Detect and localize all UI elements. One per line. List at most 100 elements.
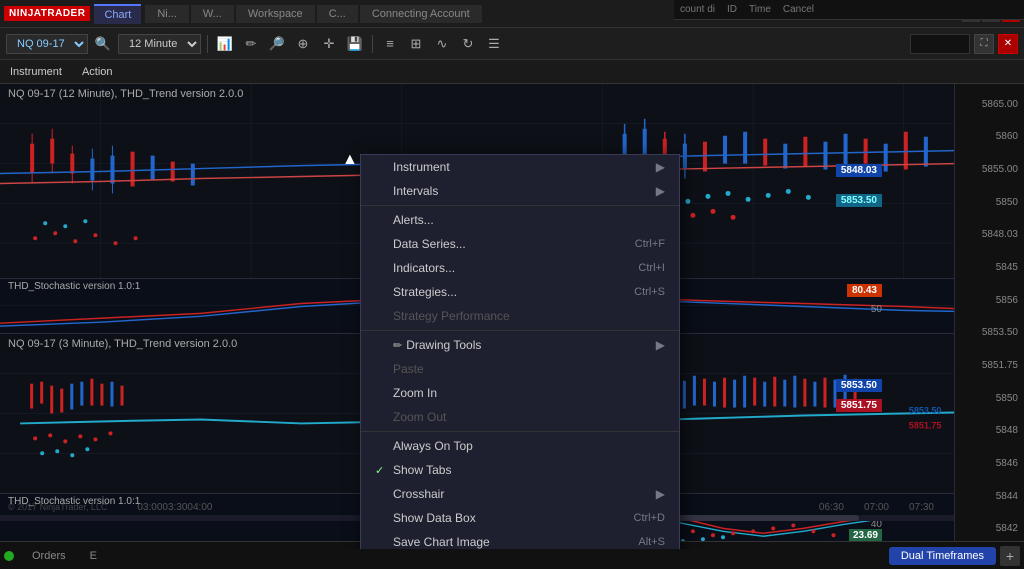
zoom-in-icon[interactable]: 🔎	[266, 33, 288, 55]
ctx-shortcut-strategies: Ctrl+S	[634, 286, 665, 298]
pencil-icon-drawing: ✏	[393, 339, 402, 352]
list-icon[interactable]: ☰	[483, 33, 505, 55]
price-5850-1: 5850	[957, 197, 1022, 208]
ctx-drawing-tools[interactable]: ✏ Drawing Tools ▶	[361, 333, 679, 357]
col-count: count di	[674, 4, 721, 15]
toolbar-separator-2	[372, 35, 373, 53]
ninja-logo: NINJATRADER	[4, 6, 90, 21]
tab-connecting[interactable]: Connecting Account	[360, 5, 482, 23]
ctx-arrow-instrument: ▶	[656, 160, 665, 174]
interval-select[interactable]: 12 Minute	[118, 34, 201, 54]
indicator-badge-80: 80.43	[847, 284, 882, 297]
ctx-always-on-top[interactable]: Always On Top	[361, 434, 679, 458]
ctx-zoom-in[interactable]: Zoom In	[361, 381, 679, 405]
add-tab-button[interactable]: +	[1000, 546, 1020, 566]
indicator-label-50: 50	[871, 304, 882, 315]
time-tick-0300: 03:00	[137, 502, 162, 513]
ctx-shortcut-savechart: Alt+S	[638, 536, 665, 548]
crosshair-icon[interactable]: ✛	[318, 33, 340, 55]
sub-price-badge-5851: 5851.75	[836, 399, 882, 412]
time-tick-0400: 04:00	[187, 502, 212, 513]
price-5848: 5848.03	[957, 229, 1022, 240]
col-time: Time	[743, 4, 777, 15]
tab-w[interactable]: W...	[191, 5, 234, 23]
price-5860: 5860	[957, 131, 1022, 142]
ctx-save-chart-image[interactable]: Save Chart Image Alt+S	[361, 530, 679, 549]
wave-icon[interactable]: ∿	[431, 33, 453, 55]
price-badge-5853: 5853.50	[836, 194, 882, 207]
ctx-sep-1	[361, 205, 679, 206]
ctx-instrument[interactable]: Instrument ▶	[361, 155, 679, 179]
svg-text:5851.75: 5851.75	[909, 420, 942, 430]
ctx-sep-2	[361, 330, 679, 331]
sub-chart-title: NQ 09-17 (3 Minute), THD_Trend version 2…	[8, 338, 237, 350]
ctx-zoom-out: Zoom Out	[361, 405, 679, 429]
price-5848-2: 5848	[957, 425, 1022, 436]
ctx-data-series[interactable]: Data Series... Ctrl+F	[361, 232, 679, 256]
stochastic-2-title: THD_Stochastic version 1.0:1	[8, 496, 140, 507]
bottom-tab-orders[interactable]: Orders	[22, 547, 76, 565]
menu-bar: Instrument Action count di ID Time Cance…	[0, 60, 1024, 84]
price-5865: 5865.00	[957, 99, 1022, 110]
ctx-crosshair[interactable]: Crosshair ▶	[361, 482, 679, 506]
bar-chart-icon[interactable]: 📊	[214, 33, 236, 55]
ctx-indicators[interactable]: Indicators... Ctrl+I	[361, 256, 679, 280]
bottom-tab-e[interactable]: E	[80, 547, 107, 565]
chart-tab-active[interactable]: Chart	[94, 4, 141, 24]
time-tick-0330: 03:30	[162, 502, 187, 513]
ctx-show-tabs[interactable]: ✓ Show Tabs	[361, 458, 679, 482]
view-toggle-buttons[interactable]	[910, 34, 970, 54]
ctx-alerts[interactable]: Alerts...	[361, 208, 679, 232]
svg-text:5853.50: 5853.50	[909, 406, 942, 416]
ctx-shortcut-indicators: Ctrl+I	[638, 262, 665, 274]
search-icon[interactable]: 🔍	[92, 33, 114, 55]
price-5845: 5845	[957, 262, 1022, 273]
sub-price-badge-5853: 5853.50	[836, 379, 882, 392]
stochastic-1-title: THD_Stochastic version 1.0:1	[8, 281, 140, 292]
timeframe-tab-dual[interactable]: Dual Timeframes	[889, 547, 996, 565]
menu-action[interactable]: Action	[78, 64, 117, 80]
ctx-strategies[interactable]: Strategies... Ctrl+S	[361, 280, 679, 304]
ctx-sep-3	[361, 431, 679, 432]
ctx-shortcut-databox: Ctrl+D	[634, 512, 665, 524]
price-5850-2: 5850	[957, 393, 1022, 404]
chart-area: NQ 09-17 (12 Minute), THD_Trend version …	[0, 84, 1024, 549]
context-menu: Instrument ▶ Intervals ▶ Alerts... Data …	[360, 154, 680, 549]
time-tick-0630: 06:30	[819, 502, 844, 513]
col-id: ID	[721, 4, 743, 15]
tab-ni[interactable]: Ni...	[145, 5, 189, 23]
cursor-icon[interactable]: ⊕	[292, 33, 314, 55]
ctx-paste: Paste	[361, 357, 679, 381]
instrument-select[interactable]: NQ 09-17	[6, 34, 88, 54]
ctx-arrow-crosshair: ▶	[656, 487, 665, 501]
ctx-checkmark-showtabs: ✓	[375, 464, 389, 477]
fullscreen-icon[interactable]: ⛶	[974, 34, 994, 54]
price-axis: 5865.00 5860 5855.00 5850 5848.03 5845 5…	[954, 84, 1024, 549]
price-5842: 5842	[957, 523, 1022, 534]
pencil-icon[interactable]: ✏	[240, 33, 262, 55]
menu-instrument[interactable]: Instrument	[6, 64, 66, 80]
price-badge-5848: 5848.03	[836, 164, 882, 177]
save-icon[interactable]: 💾	[344, 33, 366, 55]
tab-workspace[interactable]: Workspace	[236, 5, 315, 23]
col-cancel: Cancel	[777, 4, 820, 15]
ctx-intervals[interactable]: Intervals ▶	[361, 179, 679, 203]
toolbar: NQ 09-17 🔍 12 Minute 📊 ✏ 🔎 ⊕ ✛ 💾 ≡ ⊞ ∿ ↻…	[0, 28, 1024, 60]
price-5856: 5856	[957, 295, 1022, 306]
ctx-show-data-box[interactable]: Show Data Box Ctrl+D	[361, 506, 679, 530]
bars-icon[interactable]: ≡	[379, 33, 401, 55]
time-tick-0730: 07:30	[909, 502, 934, 513]
price-5844: 5844	[957, 491, 1022, 502]
price-5846: 5846	[957, 458, 1022, 469]
close-chart-icon[interactable]: ✕	[998, 34, 1018, 54]
sync-icon[interactable]: ↻	[457, 33, 479, 55]
price-5853-mid: 5853.50	[957, 327, 1022, 338]
ctx-shortcut-dataseries: Ctrl+F	[635, 238, 665, 250]
ctx-arrow-intervals: ▶	[656, 184, 665, 198]
grid-icon[interactable]: ⊞	[405, 33, 427, 55]
price-5851: 5851.75	[957, 360, 1022, 371]
time-tick-0700: 07:00	[864, 502, 889, 513]
toolbar-separator-1	[207, 35, 208, 53]
tab-c[interactable]: C...	[317, 5, 358, 23]
price-5855: 5855.00	[957, 164, 1022, 175]
